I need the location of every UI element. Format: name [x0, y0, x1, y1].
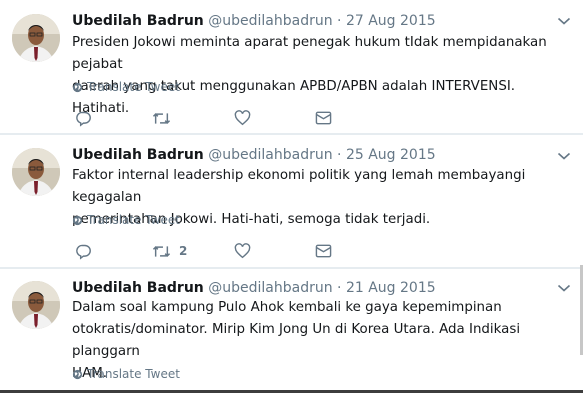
tweet-text: Presiden Jokowi meminta aparat penegak h… [72, 32, 572, 120]
chevron-down-icon[interactable] [557, 283, 571, 293]
tweet-header: Ubedilah Badrun @ubedilahbadrun · 21 Aug… [72, 280, 436, 296]
tweet-2[interactable]: Ubedilah Badrun @ubedilahbadrun · 25 Aug… [0, 135, 583, 267]
translate-label: Translate Tweet [87, 80, 180, 94]
separator-dot: · [337, 13, 342, 29]
retweet-icon [152, 245, 171, 257]
tweet-actions [72, 108, 372, 128]
globe-icon [72, 369, 83, 380]
translate-tweet-link[interactable]: Translate Tweet [72, 213, 180, 227]
direct-message-icon [315, 244, 332, 258]
tweet-actions: 2 [72, 241, 372, 261]
reply-button[interactable] [75, 108, 92, 128]
translate-label: Translate Tweet [87, 213, 180, 227]
avatar[interactable] [12, 281, 60, 329]
reply-button[interactable] [75, 241, 92, 261]
direct-message-button[interactable] [315, 108, 332, 128]
direct-message-button[interactable] [315, 241, 332, 261]
direct-message-icon [315, 111, 332, 125]
globe-icon [72, 82, 83, 93]
chevron-down-icon[interactable] [557, 151, 571, 161]
translate-tweet-link[interactable]: Translate Tweet [72, 80, 180, 94]
tweet-text-line: Presiden Jokowi meminta aparat penegak h… [72, 35, 547, 72]
avatar[interactable] [12, 148, 60, 196]
tweet-date[interactable]: 25 Aug 2015 [346, 147, 436, 163]
retweet-icon [152, 112, 171, 124]
tweet-date[interactable]: 27 Aug 2015 [346, 13, 436, 29]
retweet-button[interactable] [152, 108, 179, 128]
like-icon [234, 110, 251, 126]
like-button[interactable] [234, 108, 251, 128]
translate-label: Translate Tweet [87, 367, 180, 381]
author-handle[interactable]: @ubedilahbadrun [208, 13, 332, 29]
author-handle[interactable]: @ubedilahbadrun [208, 147, 332, 163]
like-button[interactable] [234, 241, 251, 261]
globe-icon [72, 215, 83, 226]
reply-icon [76, 111, 91, 127]
tweet-text-line: Dalam soal kampung Pulo Ahok kembali ke … [72, 300, 502, 315]
retweet-button[interactable]: 2 [152, 241, 187, 261]
chevron-down-icon[interactable] [557, 16, 571, 26]
author-handle[interactable]: @ubedilahbadrun [208, 280, 332, 296]
separator-dot: · [337, 280, 342, 296]
tweet-date[interactable]: 21 Aug 2015 [346, 280, 436, 296]
tweet-1[interactable]: Ubedilah Badrun @ubedilahbadrun · 27 Aug… [0, 0, 583, 133]
tweet-3[interactable]: Ubedilah Badrun @ubedilahbadrun · 21 Aug… [0, 269, 583, 390]
tweet-header: Ubedilah Badrun @ubedilahbadrun · 25 Aug… [72, 147, 436, 163]
like-icon [234, 243, 251, 259]
tweet-text-line: Faktor internal leadership ekonomi polit… [72, 168, 526, 205]
retweet-count: 2 [179, 244, 188, 258]
translate-tweet-link[interactable]: Translate Tweet [72, 367, 180, 381]
author-name[interactable]: Ubedilah Badrun [72, 13, 204, 29]
avatar[interactable] [12, 14, 60, 62]
author-name[interactable]: Ubedilah Badrun [72, 147, 204, 163]
author-name[interactable]: Ubedilah Badrun [72, 280, 204, 296]
tweet-text-line: otokratis/dominator. Mirip Kim Jong Un d… [72, 322, 521, 359]
reply-icon [76, 244, 91, 260]
separator-dot: · [337, 147, 342, 163]
tweet-header: Ubedilah Badrun @ubedilahbadrun · 27 Aug… [72, 13, 436, 29]
